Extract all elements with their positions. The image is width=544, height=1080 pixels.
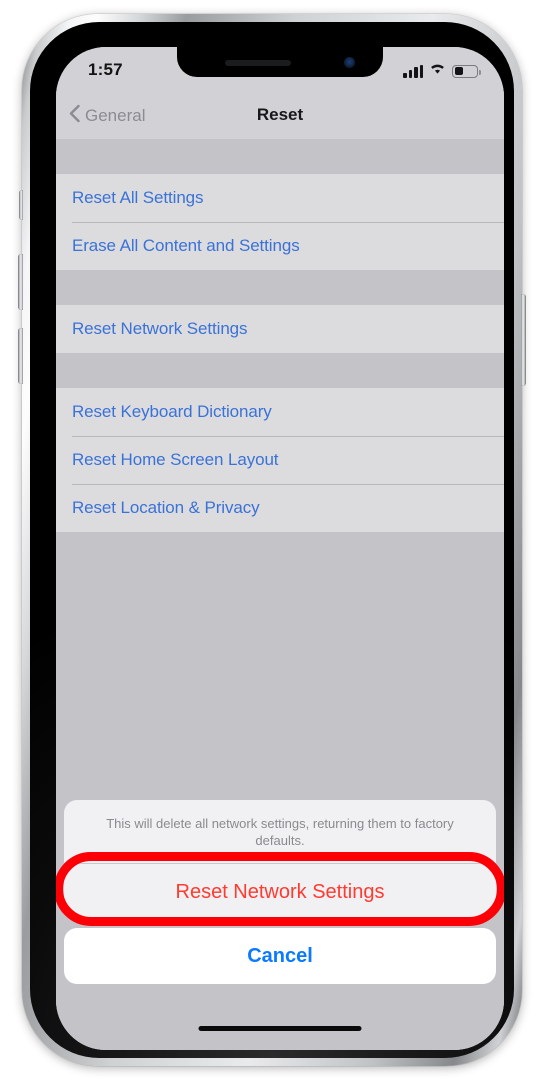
volume-down-button[interactable]: [18, 328, 23, 384]
action-sheet-message: This will delete all network settings, r…: [64, 800, 496, 864]
row-erase-all-content-and-settings[interactable]: Erase All Content and Settings: [56, 222, 504, 270]
page-title: Reset: [256, 105, 304, 124]
battery-icon: [452, 64, 481, 78]
status-bar-time: 1:57: [88, 60, 123, 79]
row-reset-home-screen-layout[interactable]: Reset Home Screen Layout: [56, 436, 504, 484]
earpiece-speaker-icon: [225, 60, 291, 66]
phone-screen: 1:57 General Reset Reset All Settings Er…: [56, 47, 504, 1050]
action-sheet: This will delete all network settings, r…: [56, 800, 504, 984]
mute-switch-button[interactable]: [19, 190, 23, 220]
row-reset-keyboard-dictionary[interactable]: Reset Keyboard Dictionary: [56, 388, 504, 436]
settings-group-2: Reset Network Settings: [56, 305, 504, 353]
notch-cutout: [177, 47, 383, 77]
settings-group-3: Reset Keyboard Dictionary Reset Home Scr…: [56, 388, 504, 532]
row-reset-location-and-privacy[interactable]: Reset Location & Privacy: [56, 484, 504, 532]
row-label: Reset Location & Privacy: [72, 498, 260, 517]
phone-device-frame: 1:57 General Reset Reset All Settings Er…: [18, 14, 526, 1066]
power-side-button[interactable]: [521, 294, 526, 386]
row-label: Reset Keyboard Dictionary: [72, 402, 272, 421]
phone-bezel: 1:57 General Reset Reset All Settings Er…: [30, 22, 514, 1058]
action-sheet-panel: This will delete all network settings, r…: [64, 800, 496, 920]
front-camera-icon: [344, 57, 355, 68]
cellular-signal-icon: [403, 64, 423, 78]
settings-group-1: Reset All Settings Erase All Content and…: [56, 174, 504, 270]
row-label: Erase All Content and Settings: [72, 236, 300, 255]
row-label: Reset Home Screen Layout: [72, 450, 279, 469]
cancel-button[interactable]: Cancel: [64, 928, 496, 984]
row-reset-all-settings[interactable]: Reset All Settings: [56, 174, 504, 222]
row-label: Reset Network Settings: [72, 319, 248, 338]
reset-network-settings-confirm-button[interactable]: Reset Network Settings: [64, 864, 496, 920]
navigation-bar: General Reset: [56, 94, 504, 140]
home-indicator-bar[interactable]: [198, 1026, 362, 1031]
row-label: Reset All Settings: [72, 188, 204, 207]
row-reset-network-settings[interactable]: Reset Network Settings: [56, 305, 504, 353]
volume-up-button[interactable]: [18, 254, 23, 310]
status-bar-indicators: [403, 62, 481, 80]
wifi-icon: [429, 62, 446, 80]
